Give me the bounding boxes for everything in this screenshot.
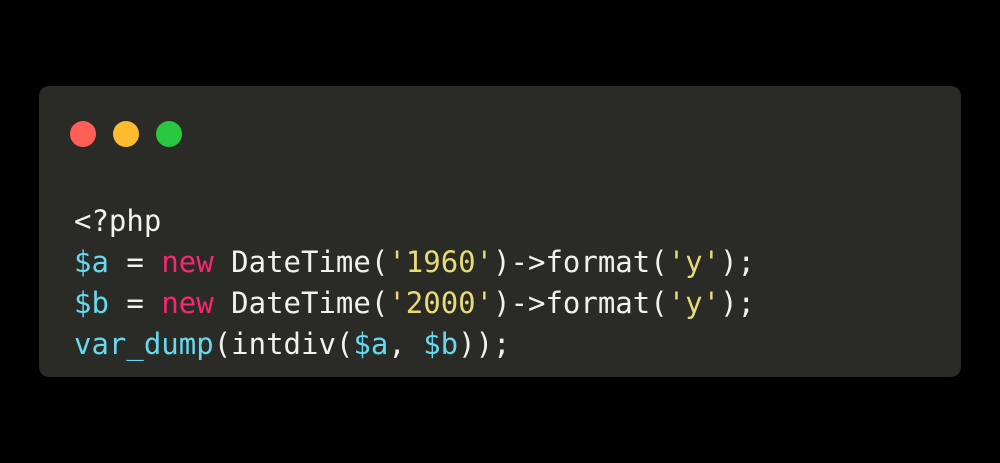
window-controls: [70, 121, 182, 147]
code-token-string: 'y': [667, 286, 721, 320]
code-token-plain: );: [720, 286, 755, 320]
code-token-variable: $a: [353, 327, 389, 361]
code-line: <?php: [74, 201, 755, 242]
code-token-plain: =: [108, 286, 162, 320]
code-token-plain: (intdiv(: [213, 327, 354, 361]
code-token-plain: DateTime(: [213, 245, 389, 279]
code-line: var_dump(intdiv($a, $b));: [74, 324, 755, 365]
minimize-dot-icon[interactable]: [113, 121, 139, 147]
code-block: <?php $a = new DateTime('1960')->format('…: [74, 201, 755, 365]
code-token-plain: )->format(: [493, 245, 668, 279]
code-token-keyword: new: [161, 286, 214, 320]
code-token-plain: <?php: [74, 204, 162, 238]
code-line: $b = new DateTime('2000')->format('y');: [74, 283, 755, 324]
code-token-variable: $b: [74, 286, 109, 320]
code-window: <?php $a = new DateTime('1960')->format('…: [39, 86, 961, 377]
code-token-plain: );: [720, 245, 755, 279]
close-dot-icon[interactable]: [70, 121, 96, 147]
code-token-plain: )->format(: [493, 286, 668, 320]
code-token-string: '2000': [388, 286, 494, 320]
code-line: $a = new DateTime('1960')->format('y');: [74, 242, 755, 283]
code-token-string: 'y': [667, 245, 721, 279]
maximize-dot-icon[interactable]: [156, 121, 182, 147]
code-token-variable: $b: [423, 327, 459, 361]
code-token-plain: DateTime(: [213, 286, 389, 320]
code-token-plain: ,: [388, 327, 424, 361]
code-token-keyword: new: [161, 245, 214, 279]
code-token-plain: ));: [458, 327, 511, 361]
code-token-string: '1960': [388, 245, 494, 279]
code-token-variable: $a: [74, 245, 109, 279]
code-token-variable: var_dump: [74, 327, 214, 361]
code-token-plain: =: [108, 245, 162, 279]
